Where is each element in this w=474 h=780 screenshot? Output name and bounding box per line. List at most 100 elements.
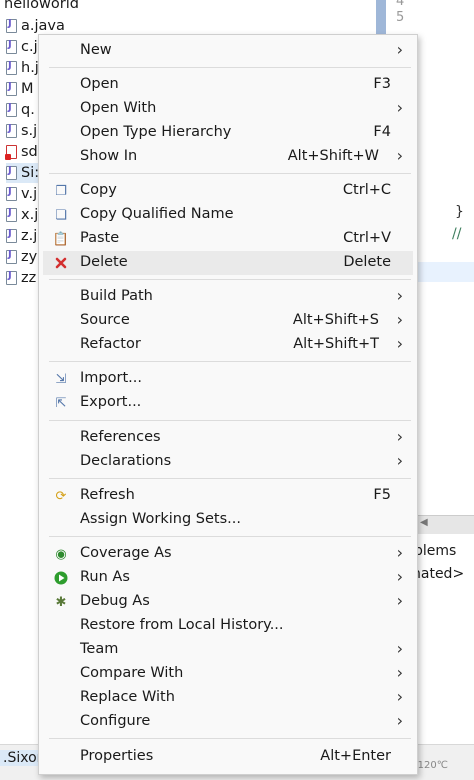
tree-item[interactable]: h.j	[6, 58, 39, 78]
tree-item[interactable]: a.java	[6, 16, 65, 36]
java-file-icon	[6, 81, 17, 96]
menu-item-shortcut: Alt+Shift+W	[287, 148, 379, 164]
menu-item-label: Configure	[80, 713, 151, 729]
menu-item-replace-with[interactable]: Replace With ›	[43, 686, 413, 710]
paste-icon: 📋	[52, 231, 70, 247]
tree-item[interactable]: z.j	[6, 226, 37, 246]
chevron-right-icon: ›	[396, 591, 403, 610]
menu-item-configure[interactable]: Configure ›	[43, 710, 413, 734]
menu-item-label: Team	[80, 641, 119, 657]
chevron-right-icon: ›	[396, 334, 403, 353]
tree-item-label: s.j	[21, 123, 38, 139]
menu-item-delete[interactable]: Delete Delete	[43, 251, 413, 275]
menu-item-label: Source	[80, 312, 130, 328]
menu-separator	[49, 478, 411, 479]
menu-item-debug-as[interactable]: ✱ Debug As ›	[43, 590, 413, 614]
menu-item-shortcut: F5	[373, 487, 391, 503]
menu-item-shortcut: Ctrl+V	[343, 230, 391, 246]
tree-item[interactable]: Si:	[6, 163, 40, 183]
menu-separator	[49, 67, 411, 68]
tree-item-label: sd	[21, 144, 38, 160]
menu-item-coverage-as[interactable]: ◉ Coverage As ›	[43, 542, 413, 566]
menu-item-team[interactable]: Team ›	[43, 638, 413, 662]
menu-item-open-with[interactable]: Open With ›	[43, 97, 413, 121]
menu-item-restore-from-local-history[interactable]: Restore from Local History...	[43, 614, 413, 638]
menu-item-label: Build Path	[80, 288, 153, 304]
project-root-label[interactable]: helloworld	[4, 0, 79, 12]
tree-item[interactable]: zz	[6, 268, 36, 288]
chevron-right-icon: ›	[396, 687, 403, 706]
menu-item-shortcut: Ctrl+C	[342, 182, 391, 198]
menu-item-copy-qualified-name[interactable]: ❏ Copy Qualified Name	[43, 203, 413, 227]
menu-item-open[interactable]: Open F3	[43, 73, 413, 97]
menu-item-label: Open With	[80, 100, 157, 116]
menu-item-shortcut: Alt+Shift+S	[292, 312, 379, 328]
menu-item-label: Assign Working Sets...	[80, 511, 242, 527]
chevron-right-icon: ›	[396, 427, 403, 446]
menu-item-assign-working-sets[interactable]: Assign Working Sets...	[43, 508, 413, 532]
java-file-icon	[6, 39, 17, 54]
chevron-right-icon: ›	[396, 567, 403, 586]
tree-item[interactable]: x.j	[6, 205, 38, 225]
menu-item-label: Compare With	[80, 665, 184, 681]
menu-item-properties[interactable]: Properties Alt+Enter	[43, 745, 413, 769]
chevron-right-icon: ›	[396, 543, 403, 562]
tree-item[interactable]: sd	[5, 142, 38, 162]
tree-item[interactable]: zy	[6, 247, 37, 267]
menu-item-new[interactable]: New ›	[43, 39, 413, 63]
delete-icon	[53, 255, 69, 271]
menu-item-open-type-hierarchy[interactable]: Open Type Hierarchy F4	[43, 121, 413, 145]
java-file-icon	[6, 228, 17, 243]
tree-item-label: v.j	[21, 186, 38, 202]
tree-item-label: x.j	[21, 207, 39, 223]
tree-item-label: q.	[21, 102, 35, 118]
menu-item-label: Copy Qualified Name	[80, 206, 234, 222]
refresh-icon: ⟳	[55, 488, 67, 504]
menu-item-label: Paste	[80, 230, 120, 246]
menu-item-export[interactable]: ⇱ Export...	[43, 391, 413, 415]
menu-item-show-in[interactable]: Show In Alt+Shift+W ›	[43, 145, 413, 169]
menu-separator	[49, 738, 411, 739]
menu-item-run-as[interactable]: Run As ›	[43, 566, 413, 590]
tree-item[interactable]: q.	[6, 100, 35, 120]
menu-item-shortcut: F3	[373, 76, 391, 92]
tab-problems[interactable]: blems	[414, 543, 456, 559]
java-file-icon	[6, 249, 17, 264]
copy-icon: ❐	[55, 183, 67, 199]
menu-item-references[interactable]: References ›	[43, 426, 413, 450]
menu-item-import[interactable]: ⇲ Import...	[43, 367, 413, 391]
menu-item-label: Show In	[80, 148, 138, 164]
tree-item[interactable]: s.j	[6, 121, 37, 141]
menu-item-declarations[interactable]: Declarations ›	[43, 450, 413, 474]
tree-item[interactable]: v.j	[6, 184, 37, 204]
tree-item-label: zy	[21, 249, 38, 265]
menu-item-paste[interactable]: 📋 Paste Ctrl+V	[43, 227, 413, 251]
menu-item-build-path[interactable]: Build Path ›	[43, 285, 413, 309]
tree-item-label: M	[21, 81, 34, 97]
tree-item-label: h.j	[21, 60, 39, 76]
coverage-icon: ◉	[55, 546, 67, 562]
debug-icon: ✱	[55, 594, 67, 610]
tree-item-label: c.j	[21, 39, 38, 55]
menu-item-refresh[interactable]: ⟳ Refresh F5	[43, 484, 413, 508]
menu-item-copy[interactable]: ❐ Copy Ctrl+C	[43, 179, 413, 203]
java-file-icon	[6, 60, 17, 75]
tree-item-label: Si:	[21, 165, 40, 181]
java-file-icon	[6, 123, 17, 138]
chevron-right-icon: ›	[396, 98, 403, 117]
tree-item[interactable]: M	[6, 79, 34, 99]
java-file-icon	[6, 18, 17, 33]
menu-item-source[interactable]: Source Alt+Shift+S ›	[43, 309, 413, 333]
tree-item-label: zz	[21, 270, 37, 286]
tree-item[interactable]: c.j	[6, 37, 38, 57]
line-number: 5	[396, 10, 405, 25]
chevron-right-icon: ›	[396, 639, 403, 658]
scroll-left-icon[interactable]: ◀	[420, 517, 428, 528]
tree-item-label: a.java	[21, 18, 65, 34]
menu-item-label: Properties	[80, 748, 154, 764]
menu-item-refactor[interactable]: Refactor Alt+Shift+T ›	[43, 333, 413, 357]
code-comment: //	[452, 226, 462, 242]
menu-item-compare-with[interactable]: Compare With ›	[43, 662, 413, 686]
run-icon	[53, 570, 69, 586]
menu-item-label: Delete	[80, 254, 128, 270]
